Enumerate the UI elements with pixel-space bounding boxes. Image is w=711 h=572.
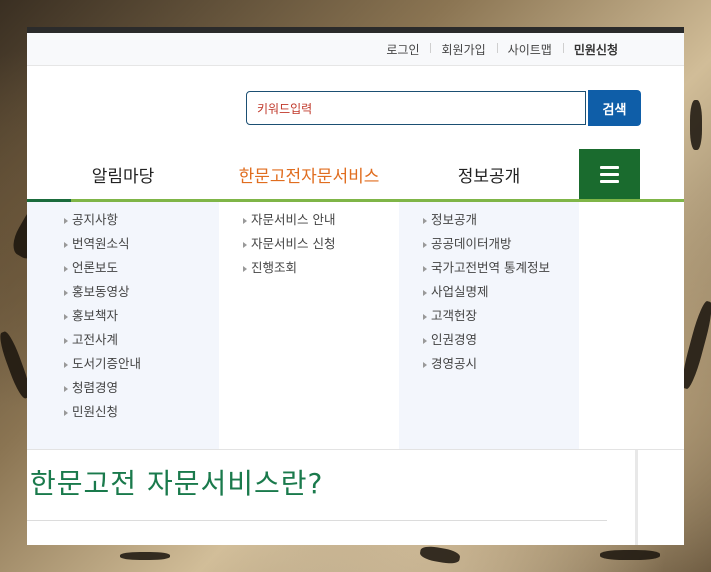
signup-link[interactable]: 회원가입 (430, 41, 496, 58)
submenu-item[interactable]: 경영공시 (399, 352, 579, 376)
search-button[interactable]: 검색 (588, 90, 641, 126)
content-side-border (635, 450, 638, 545)
all-menu-button[interactable] (579, 149, 640, 199)
content-area: 한문고전 자문서비스란? (27, 449, 684, 545)
submenu-item[interactable]: 홍보동영상 (27, 280, 219, 304)
submenu-item[interactable]: 고객헌장 (399, 304, 579, 328)
nav-item-advisory-service[interactable]: 한문고전자문서비스 (219, 149, 399, 199)
civil-request-link[interactable]: 민원신청 (562, 41, 629, 58)
login-link[interactable]: 로그인 (375, 41, 430, 58)
hamburger-icon (600, 172, 619, 176)
submenu-item[interactable]: 인권경영 (399, 328, 579, 352)
submenu-item[interactable]: 자문서비스 안내 (219, 208, 399, 232)
nav-item-notice[interactable]: 알림마당 (27, 149, 219, 199)
hamburger-icon (600, 179, 619, 183)
submenu-item[interactable]: 민원신청 (27, 400, 219, 424)
submenu-item[interactable]: 번역원소식 (27, 232, 219, 256)
search-area: 키워드입력 검색 (27, 66, 684, 149)
submenu-item[interactable]: 청렴경영 (27, 376, 219, 400)
nav-item-info-disclosure[interactable]: 정보공개 (399, 149, 579, 199)
submenu-advisory: 자문서비스 안내 자문서비스 신청 진행조회 (219, 202, 399, 449)
utility-nav: 로그인 회원가입 사이트맵 민원신청 (27, 33, 684, 66)
submenu-item[interactable]: 사업실명제 (399, 280, 579, 304)
submenu-item[interactable]: 정보공개 (399, 208, 579, 232)
submenu-item[interactable]: 도서기증안내 (27, 352, 219, 376)
submenu-item[interactable]: 언론보도 (27, 256, 219, 280)
title-divider (27, 520, 607, 521)
submenu-item[interactable]: 자문서비스 신청 (219, 232, 399, 256)
submenu-item[interactable]: 홍보책자 (27, 304, 219, 328)
submenu-item[interactable]: 진행조회 (219, 256, 399, 280)
submenu-empty (579, 202, 684, 449)
submenu-item[interactable]: 고전사계 (27, 328, 219, 352)
page-title: 한문고전 자문서비스란? (30, 467, 324, 500)
hamburger-icon (600, 165, 619, 169)
site-page: 로그인 회원가입 사이트맵 민원신청 키워드입력 검색 알림마당 한문고전자문서… (27, 33, 684, 545)
search-input[interactable]: 키워드입력 (246, 91, 586, 125)
submenu-item[interactable]: 공지사항 (27, 208, 219, 232)
submenu-disclosure: 정보공개 공공데이터개방 국가고전번역 통계정보 사업실명제 고객헌장 인권경영… (399, 202, 579, 449)
sitemap-link[interactable]: 사이트맵 (496, 41, 563, 58)
submenu-item[interactable]: 국가고전번역 통계정보 (399, 256, 579, 280)
submenu-item[interactable]: 공공데이터개방 (399, 232, 579, 256)
mega-menu: 공지사항 번역원소식 언론보도 홍보동영상 홍보책자 고전사계 도서기증안내 청… (27, 202, 684, 449)
main-nav: 알림마당 한문고전자문서비스 정보공개 (27, 149, 684, 202)
submenu-notice: 공지사항 번역원소식 언론보도 홍보동영상 홍보책자 고전사계 도서기증안내 청… (27, 202, 219, 449)
